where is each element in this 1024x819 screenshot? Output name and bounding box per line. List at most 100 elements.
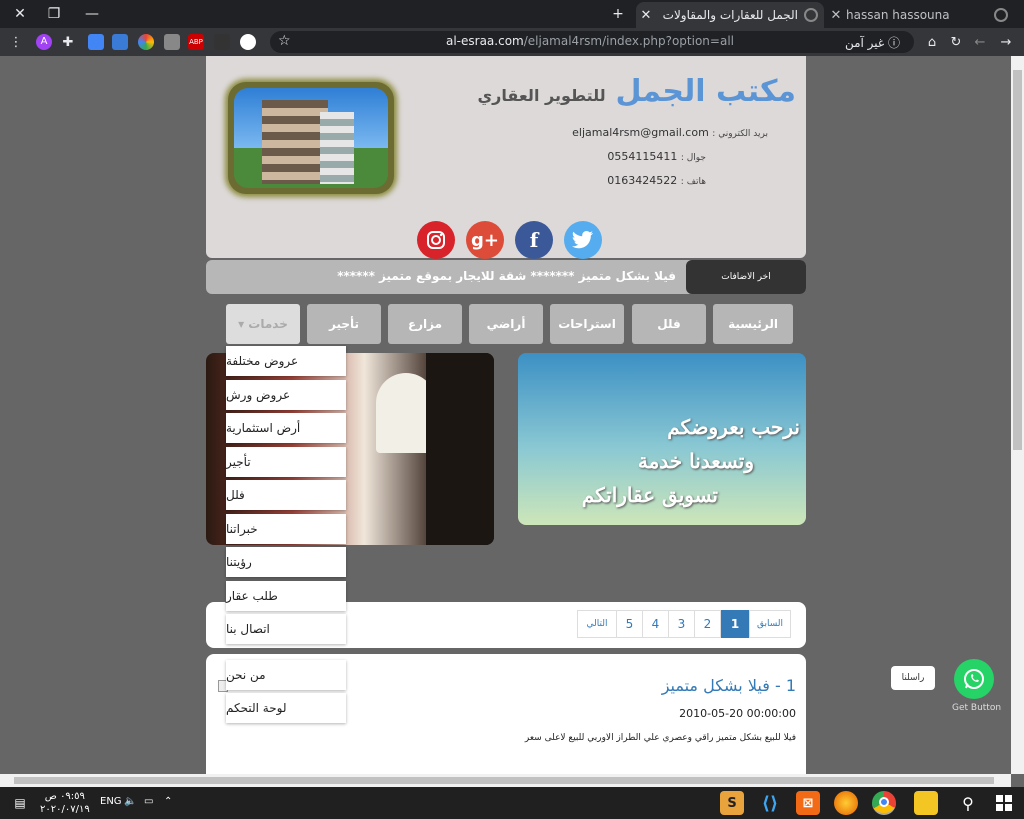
back-icon[interactable]: →: [996, 32, 1016, 52]
pagination-page[interactable]: 1: [721, 610, 749, 638]
extensions-icon[interactable]: ✚: [58, 32, 78, 52]
pagination-page[interactable]: 5: [616, 610, 643, 638]
language-indicator[interactable]: ENG: [100, 796, 122, 807]
camera-icon[interactable]: [164, 34, 180, 50]
home-icon[interactable]: ⌂: [922, 32, 942, 52]
phone-line: هاتف : 0163424522: [607, 174, 706, 187]
brand: مكتب الجمل للتطوير العقاري: [478, 74, 797, 109]
facebook-icon[interactable]: f: [515, 221, 553, 259]
brand-title: مكتب الجمل: [615, 74, 796, 109]
welcome-banner: نرحب بعروضكم وتسعدنا خدمة تسويق عقاراتكم: [518, 353, 806, 525]
latest-label: اخر الاضافات: [686, 260, 806, 294]
dropdown-item[interactable]: عروض مختلفة: [226, 346, 346, 376]
chevron-up-icon[interactable]: ⌃: [164, 796, 172, 807]
globe-icon: [804, 8, 818, 22]
mobile-line: جوال : 0554115411: [607, 150, 706, 163]
news-ticker: اخر الاضافات فيلا بشكل متميز ******* شقة…: [206, 260, 806, 294]
pagination-next[interactable]: التالي: [577, 610, 617, 638]
listing-title[interactable]: 1 - فيلا بشكل متميز: [662, 676, 796, 695]
dropdown-item[interactable]: فلل: [226, 480, 346, 510]
firefox-icon[interactable]: [834, 791, 858, 815]
google-plus-icon[interactable]: g+: [466, 221, 504, 259]
tab-title: hassan hassouna: [846, 8, 950, 22]
network-icon[interactable]: ▭: [144, 796, 153, 807]
listing-description: فيلا للبيع بشكل متميز راقي وعصري علي الط…: [524, 733, 796, 743]
window-minimize-button[interactable]: —: [72, 0, 112, 28]
whatsapp-caption: Get Button: [952, 703, 1002, 713]
dropdown-item[interactable]: رؤيتنا: [226, 547, 346, 577]
windows-start-icon[interactable]: [992, 791, 1016, 815]
site-header: مكتب الجمل للتطوير العقاري بريد الكتروني…: [206, 56, 806, 259]
notifications-icon[interactable]: ▤: [8, 791, 32, 815]
extension-icon[interactable]: [240, 34, 256, 50]
listing-date: 2010-05-20 00:00:00: [679, 707, 796, 720]
vscode-icon[interactable]: ⟨⟩: [758, 791, 782, 815]
dropdown-item[interactable]: لوحة التحكم: [226, 693, 346, 723]
email-line: بريد الكتروني : eljamal4rsm@gmail.com: [572, 126, 768, 139]
bookmark-star-icon[interactable]: ☆: [278, 33, 291, 49]
chrome-icon[interactable]: [872, 791, 896, 815]
os-taskbar: ▤ ٠٩:٥٩ ص ٢٠٢٠/٠٧/١٩ ENG 🔈 ▭ ⌃ S ⟨⟩ ⊠ ⚲: [0, 787, 1024, 819]
nav-services-dropdown[interactable]: خدمات ▾: [226, 304, 300, 344]
dropdown-item[interactable]: اتصال بنا: [226, 614, 346, 644]
adblock-icon[interactable]: ABP: [188, 34, 204, 50]
security-label[interactable]: غير آمن ⓘ: [845, 34, 900, 51]
dropdown-item[interactable]: أرض استثمارية: [226, 413, 346, 443]
tab-active[interactable]: ✕ الجمل للعقارات والمقاولات: [636, 2, 824, 28]
email-link[interactable]: eljamal4rsm@gmail.com: [572, 126, 709, 139]
extension-icon[interactable]: [88, 34, 104, 50]
twitter-icon[interactable]: [564, 221, 602, 259]
new-tab-button[interactable]: +: [598, 0, 638, 28]
building-image: [228, 82, 394, 194]
globe-icon: [994, 8, 1008, 22]
horizontal-scrollbar[interactable]: [0, 774, 1011, 787]
nav-home[interactable]: الرئيسية: [713, 304, 793, 344]
vertical-scrollbar[interactable]: [1011, 56, 1024, 774]
pagination-page[interactable]: 2: [694, 610, 721, 638]
reload-icon[interactable]: ↻: [946, 32, 966, 52]
brand-subtitle: للتطوير العقاري: [477, 86, 606, 105]
sublime-text-icon[interactable]: S: [720, 791, 744, 815]
extension-icon[interactable]: [138, 34, 154, 50]
nav-rest-houses[interactable]: استراحات: [550, 304, 624, 344]
whatsapp-button[interactable]: [954, 659, 994, 699]
file-explorer-icon[interactable]: [914, 791, 938, 815]
address-bar[interactable]: ☆ al-esraa.com/eljamal4rsm/index.php?opt…: [270, 31, 914, 53]
forward-icon[interactable]: ←: [970, 32, 990, 52]
nav-lands[interactable]: أراضي: [469, 304, 543, 344]
tab-inactive[interactable]: ✕ hassan hassouna: [826, 2, 1014, 28]
search-icon[interactable]: ⚲: [956, 791, 980, 815]
pagination-prev[interactable]: السابق: [749, 610, 791, 638]
dropdown-item[interactable]: من نحن: [226, 660, 346, 690]
dropdown-item[interactable]: طلب عقار: [226, 581, 346, 611]
instagram-icon[interactable]: [417, 221, 455, 259]
ticker-text[interactable]: فيلا بشكل متميز ******* شقة للايجار بموق…: [337, 269, 676, 283]
profile-avatar[interactable]: A: [34, 32, 54, 52]
close-icon[interactable]: ✕: [636, 8, 656, 23]
menu-kebab-icon[interactable]: ⋮: [6, 32, 26, 52]
welcome-line-3: تسويق عقاراتكم: [581, 483, 718, 507]
clock[interactable]: ٠٩:٥٩ ص ٢٠٢٠/٠٧/١٩: [40, 790, 90, 816]
page-viewport: مكتب الجمل للتطوير العقاري بريد الكتروني…: [0, 56, 1011, 774]
volume-icon[interactable]: 🔈: [124, 796, 136, 807]
dropdown-item[interactable]: خبراتنا: [226, 514, 346, 544]
welcome-line-1: نرحب بعروضكم: [667, 415, 800, 439]
extension-icon[interactable]: [214, 34, 230, 50]
dropdown-item[interactable]: تأجير: [226, 447, 346, 477]
pagination-page[interactable]: 4: [642, 610, 669, 638]
tab-title: الجمل للعقارات والمقاولات: [662, 8, 798, 22]
whatsapp-icon: [964, 669, 984, 689]
nav-rent[interactable]: تأجير: [307, 304, 381, 344]
dropdown-item[interactable]: عروض ورش: [226, 380, 346, 410]
nav-villas[interactable]: فلل: [632, 304, 706, 344]
url-text: al-esraa.com/eljamal4rsm/index.php?optio…: [445, 34, 734, 48]
browser-tab-strip: ✕ ❐ — + ✕ الجمل للعقارات والمقاولات ✕ ha…: [0, 0, 1024, 28]
nav-farms[interactable]: مزارع: [388, 304, 462, 344]
extension-icon[interactable]: [112, 34, 128, 50]
welcome-line-2: وتسعدنا خدمة: [637, 449, 754, 473]
whatsapp-bubble[interactable]: راسلنا: [891, 666, 935, 690]
xampp-icon[interactable]: ⊠: [796, 791, 820, 815]
close-icon[interactable]: ✕: [826, 8, 846, 23]
pagination-page[interactable]: 3: [668, 610, 695, 638]
window-restore-button[interactable]: ❐: [34, 0, 74, 28]
